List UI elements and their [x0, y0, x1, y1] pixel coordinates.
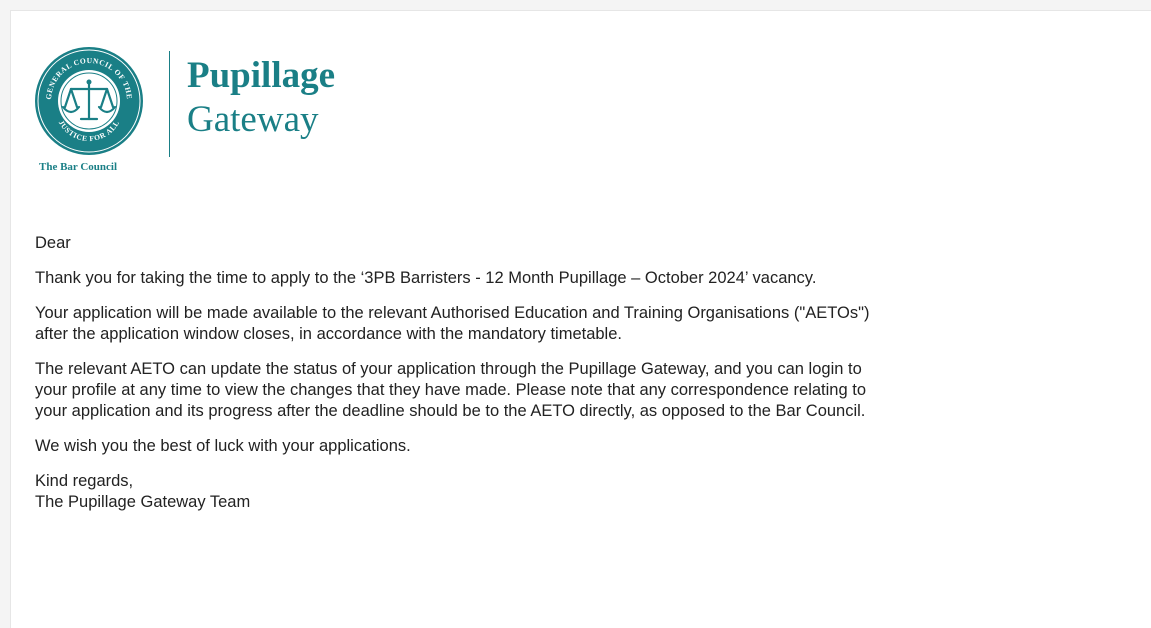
brand-title-pupillage: Pupillage	[187, 55, 336, 96]
email-greeting: Dear	[35, 234, 71, 252]
brand-title-gateway: Gateway	[187, 99, 319, 140]
logo-divider	[169, 51, 170, 157]
email-signature: The Pupillage Gateway Team	[35, 493, 251, 511]
email-paragraph-2-line-1: Your application will be made available …	[35, 304, 870, 322]
email-signoff: Kind regards, The Pupillage Gateway Team	[35, 471, 1140, 513]
email-paragraph-3: The relevant AETO can update the status …	[35, 359, 1140, 422]
email-paragraph-3-line-3: your application and its progress after …	[35, 402, 866, 420]
email-paragraph-3-line-1: The relevant AETO can update the status …	[35, 360, 862, 378]
email-paragraph-1: Thank you for taking the time to apply t…	[35, 269, 817, 287]
email-paragraph-3-line-2: your profile at any time to view the cha…	[35, 381, 867, 399]
email-body: THE GENERAL COUNCIL OF THE BAR JUSTICE F…	[10, 10, 1151, 628]
pupillage-gateway-logo: THE GENERAL COUNCIL OF THE BAR JUSTICE F…	[33, 41, 373, 181]
email-paragraph-2: Your application will be made available …	[35, 303, 1140, 345]
bar-council-label: The Bar Council	[39, 161, 118, 173]
email-paragraph-2-line-2: after the application window closes, in …	[35, 325, 622, 343]
bar-council-seal-icon: THE GENERAL COUNCIL OF THE BAR JUSTICE F…	[33, 45, 143, 155]
email-signoff-line: Kind regards,	[35, 472, 134, 490]
email-content: Dear Thank you for taking the time to ap…	[35, 233, 1140, 527]
email-paragraph-4: We wish you the best of luck with your a…	[35, 437, 411, 455]
